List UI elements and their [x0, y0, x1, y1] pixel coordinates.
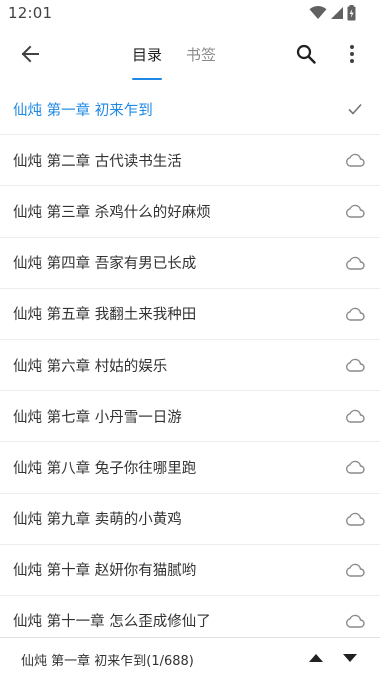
- battery-icon: [347, 5, 356, 21]
- cloud-icon: [344, 562, 366, 578]
- status-bar: 12:01: [0, 0, 380, 26]
- chapter-item[interactable]: 仙炖 第九章 卖萌的小黄鸡: [0, 494, 380, 545]
- chapter-item[interactable]: 仙炖 第八章 兔子你往哪里跑: [0, 442, 380, 494]
- chapter-item[interactable]: 仙炖 第四章 吾家有男已长成: [0, 238, 380, 289]
- tab-contents[interactable]: 目录: [120, 26, 174, 82]
- tab-bookmarks[interactable]: 书签: [174, 26, 228, 82]
- chapter-title: 仙炖 第八章 兔子你往哪里跑: [13, 460, 197, 477]
- chapter-title: 仙炖 第二章 古代读书生活: [13, 153, 182, 170]
- chapter-title: 仙炖 第三章 杀鸡什么的好麻烦: [13, 204, 211, 221]
- tab-bar: 目录 书签: [120, 26, 228, 82]
- chapter-list: 仙炖 第一章 初来乍到 仙炖 第二章 古代读书生活 仙炖 第三章 杀鸡什么的好麻…: [0, 84, 380, 648]
- chapter-title: 仙炖 第一章 初来乍到: [13, 102, 153, 119]
- bottom-bar: 仙炖 第一章 初来乍到(1/688): [0, 637, 380, 676]
- chapter-title: 仙炖 第十章 赵妍你有猫腻哟: [13, 563, 197, 580]
- more-options-button[interactable]: [332, 32, 372, 76]
- chapter-title: 仙炖 第四章 吾家有男已长成: [13, 256, 197, 273]
- status-time: 12:01: [8, 4, 53, 22]
- cloud-icon: [344, 306, 366, 322]
- cloud-icon: [344, 511, 366, 527]
- arrow-left-icon: [21, 45, 39, 63]
- cloud-icon: [344, 152, 366, 168]
- cloud-icon: [344, 255, 366, 271]
- chapter-title: 仙炖 第九章 卖萌的小黄鸡: [13, 512, 182, 529]
- search-button[interactable]: [284, 32, 328, 76]
- cloud-icon: [344, 408, 366, 424]
- back-button[interactable]: [8, 32, 52, 76]
- chapter-item[interactable]: 仙炖 第二章 古代读书生活: [0, 135, 380, 187]
- cloud-icon: [344, 459, 366, 475]
- cloud-icon: [344, 613, 366, 629]
- chapter-item[interactable]: 仙炖 第六章 村姑的娱乐: [0, 340, 380, 392]
- chapter-title: 仙炖 第五章 我翻土来我种田: [13, 307, 197, 324]
- app-bar: 目录 书签: [0, 26, 380, 82]
- search-icon: [296, 44, 316, 64]
- chapter-item[interactable]: 仙炖 第一章 初来乍到: [0, 84, 380, 136]
- cloud-icon: [344, 203, 366, 219]
- chapter-item[interactable]: 仙炖 第十章 赵妍你有猫腻哟: [0, 545, 380, 596]
- signal-icon: [331, 7, 343, 19]
- chapter-item[interactable]: 仙炖 第三章 杀鸡什么的好麻烦: [0, 186, 380, 238]
- cloud-icon: [344, 357, 366, 373]
- chapter-title: 仙炖 第六章 村姑的娱乐: [13, 358, 168, 375]
- more-vertical-icon: [350, 45, 354, 63]
- chapter-title: 仙炖 第七章 小丹雪一日游: [13, 409, 182, 426]
- scroll-to-top-button[interactable]: [304, 646, 328, 670]
- chapter-title: 仙炖 第十一章 怎么歪成修仙了: [13, 614, 211, 631]
- chapter-item[interactable]: 仙炖 第七章 小丹雪一日游: [0, 391, 380, 443]
- scroll-to-bottom-button[interactable]: [338, 646, 362, 670]
- wifi-icon: [309, 6, 327, 19]
- triangle-up-icon: [309, 654, 323, 662]
- check-icon: [344, 101, 366, 117]
- reading-progress: 仙炖 第一章 初来乍到(1/688): [21, 654, 194, 669]
- status-icons: [309, 4, 356, 22]
- triangle-down-icon: [343, 654, 357, 662]
- chapter-item[interactable]: 仙炖 第五章 我翻土来我种田: [0, 289, 380, 340]
